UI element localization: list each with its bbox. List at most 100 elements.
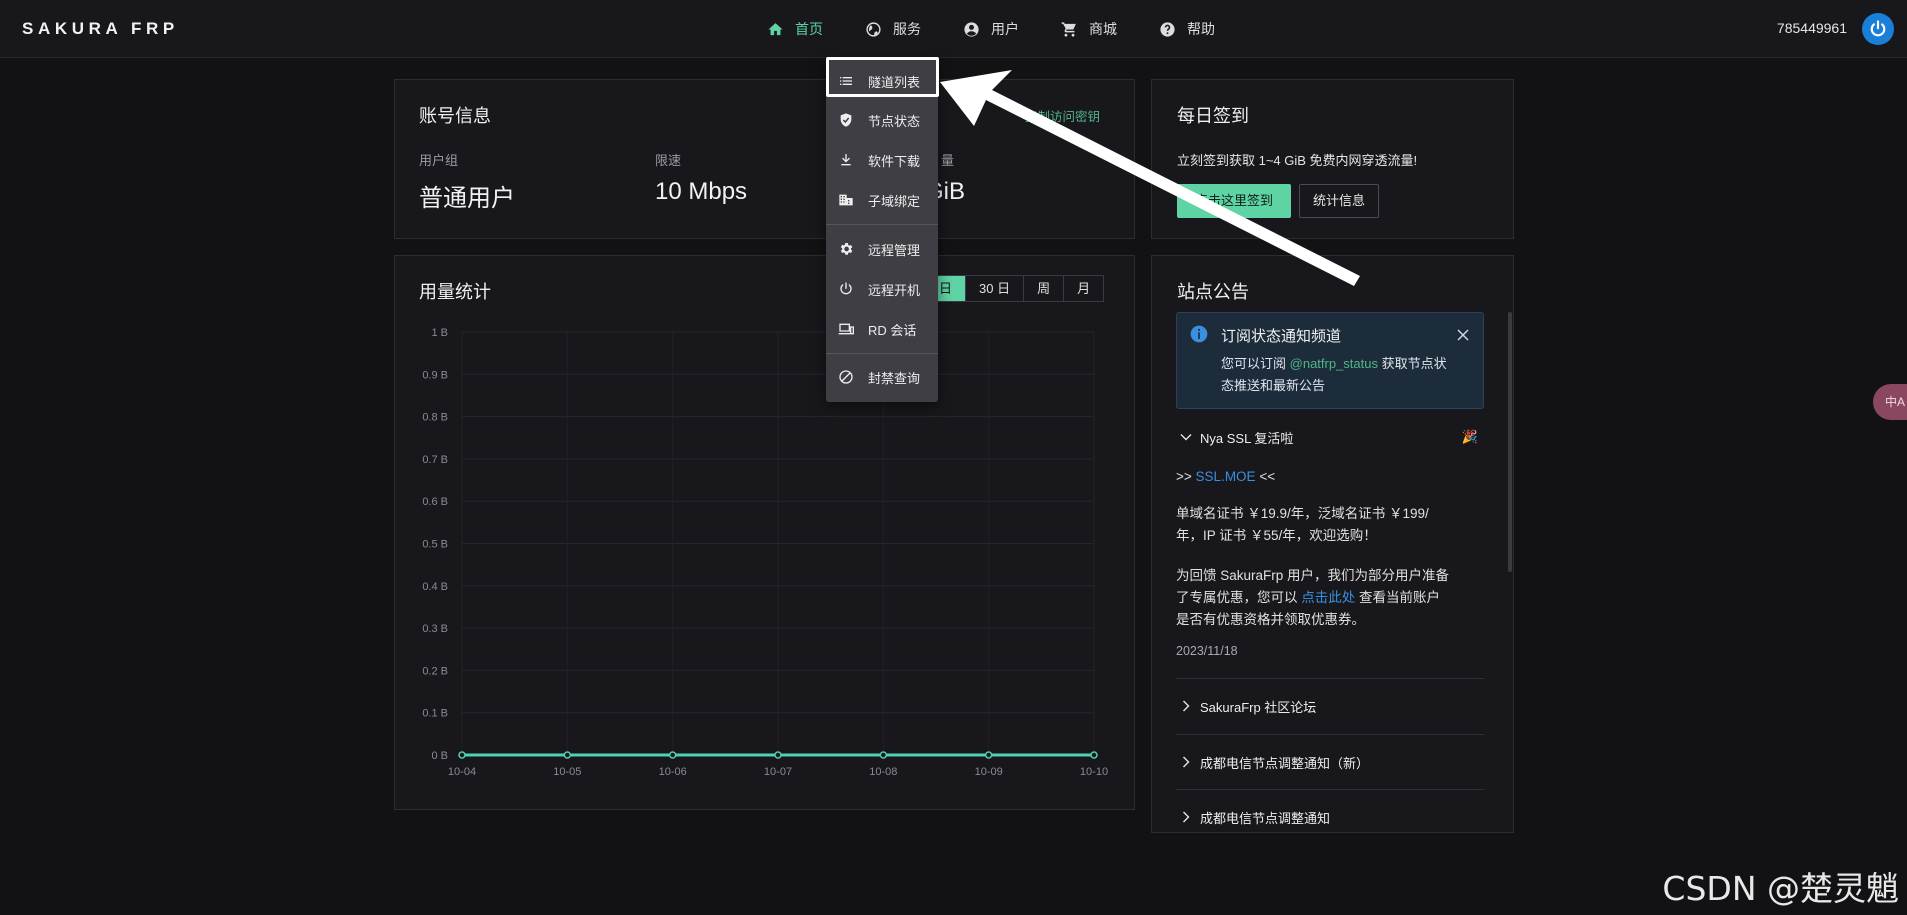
menu-item-label: 子域绑定 (868, 193, 921, 209)
user-circle-icon (964, 21, 979, 37)
chart-x-tick-label: 10-06 (659, 766, 687, 778)
notice-item-title: Nya SSL 复活啦 (1200, 430, 1294, 446)
top-navbar: SAKURA FRP 首页 服务 用户 商城 帮助 785449961 (0, 0, 1907, 58)
ban-icon (839, 370, 853, 384)
shield-check-icon (840, 113, 852, 127)
notice-item-chengdu[interactable]: 成都电信节点调整通知 (1176, 808, 1484, 826)
chevron-right-icon (1183, 756, 1190, 768)
brand-logo[interactable]: SAKURA FRP (22, 19, 179, 39)
nav-help-label: 帮助 (1187, 21, 1215, 37)
cart-icon (1061, 21, 1076, 37)
menu-item-label: 封禁查询 (868, 370, 921, 386)
notice-scrollbar[interactable] (1508, 312, 1512, 572)
usage-chart: 0 B 0.1 B 0.2 B 0.3 B 0.4 B 0.5 B 0.6 B 0.7 B 0.… (396, 322, 1118, 790)
chart-data-point (458, 751, 466, 759)
chart-data-point (668, 751, 677, 759)
alert-text-3: 态推送和最新公告 (1221, 378, 1326, 393)
user-id[interactable]: 785449961 (1777, 20, 1847, 36)
chart-y-tick-label: 1 B (431, 327, 448, 339)
ssl-moe-link[interactable]: SSL.MOE (1196, 469, 1256, 484)
chart-data-point (563, 751, 572, 759)
power-icon (1870, 20, 1886, 37)
nav-help[interactable]: 帮助 (1138, 0, 1236, 58)
menu-software-download[interactable]: 软件下载 (826, 144, 938, 176)
home-icon (768, 22, 783, 35)
ssl-discount-paragraph: 为回馈 SakuraFrp 用户，我们为部分用户准备 了专属优惠，您可以 点击此… (1176, 565, 1486, 631)
chart-y-tick-label: 0.9 B (422, 369, 448, 381)
notice-item-forum[interactable]: SakuraFrp 社区论坛 (1176, 697, 1484, 715)
menu-subdomain-binding[interactable]: 子域绑定 (826, 184, 938, 216)
chevron-down-icon (1180, 434, 1192, 441)
discount-line-3: 是否有优惠资格并领取优惠券。 (1176, 612, 1365, 627)
menu-separator (826, 353, 938, 354)
nav-home-label: 首页 (795, 21, 823, 37)
help-icon (1160, 21, 1175, 37)
menu-item-label: 远程管理 (868, 242, 921, 258)
download-icon (841, 154, 851, 166)
notice-date: 2023/11/18 (1176, 644, 1238, 658)
discount-line-1: 为回馈 SakuraFrp 用户，我们为部分用户准备 (1176, 568, 1450, 583)
usage-card-title: 用量统计 (419, 282, 491, 302)
chart-x-tick-label: 10-04 (448, 766, 476, 778)
menu-node-status[interactable]: 节点状态 (826, 104, 938, 136)
nav-user[interactable]: 用户 (942, 0, 1040, 58)
alert-channel-link[interactable]: @natfrp_status (1290, 356, 1378, 371)
menu-rd-session[interactable]: RD 会话 (826, 313, 938, 345)
ssl-price-line-1: 单域名证书 ￥19.9/年，泛域名证书 ￥199/ (1176, 506, 1429, 521)
close-icon[interactable] (1457, 329, 1469, 341)
subscription-alert: 订阅状态通知频道 您可以订阅 @natfrp_status 获取节点状 态推送和… (1176, 312, 1484, 409)
menu-remote-wake[interactable]: 远程开机 (826, 273, 938, 305)
chart-y-tick-label: 0.6 B (422, 496, 448, 508)
menu-ban-query[interactable]: 封禁查询 (826, 361, 938, 393)
translate-side-tab[interactable]: 中A (1873, 384, 1907, 420)
speed-value: 10 Mbps (655, 178, 748, 205)
chart-y-tick-label: 0.3 B (422, 623, 448, 635)
menu-item-label: 远程开机 (868, 282, 921, 298)
nav-home[interactable]: 首页 (746, 0, 844, 58)
chart-x-tick-label: 10-10 (1080, 766, 1108, 778)
chart-x-tick-label: 10-08 (869, 766, 897, 778)
discount-line-2a: 了专属优惠，您可以 (1176, 590, 1298, 605)
discount-line-2b: 查看当前账户 (1359, 590, 1441, 605)
ssl-promo-line: >> SSL.MOE << (1176, 466, 1486, 488)
notice-divider (1176, 734, 1484, 735)
notice-item-title: SakuraFrp 社区论坛 (1200, 699, 1317, 715)
chevron-right-icon (1183, 811, 1190, 823)
chart-y-tick-label: 0.5 B (422, 539, 448, 551)
nav-service-label: 服务 (893, 21, 921, 37)
discount-link[interactable]: 点击此处 (1301, 590, 1355, 605)
party-icon: 🎉 (1461, 429, 1478, 444)
chart-x-tick-label: 10-05 (553, 766, 581, 778)
chart-y-tick-label: 0.8 B (422, 412, 448, 424)
tunnel-list-highlight-box (826, 57, 939, 97)
alert-text-2: 获取节点状 (1381, 356, 1447, 371)
chart-y-tick-label: 0 B (431, 750, 448, 762)
ssl-price-paragraph: 单域名证书 ￥19.9/年，泛域名证书 ￥199/ 年，IP 证书 ￥55/年，… (1176, 503, 1486, 547)
ssl-price-line-2: 年，IP 证书 ￥55/年，欢迎选购！ (1176, 528, 1377, 543)
menu-remote-management[interactable]: 远程管理 (826, 233, 938, 265)
menu-item-label: 软件下载 (868, 153, 921, 169)
devices-icon (838, 323, 854, 335)
chart-y-tick-label: 0.1 B (422, 708, 448, 720)
menu-item-label: 节点状态 (868, 113, 921, 129)
alert-body: 您可以订阅 @natfrp_status 获取节点状 态推送和最新公告 (1221, 353, 1483, 397)
chart-y-tick-label: 0.2 B (422, 665, 448, 677)
gear-icon (840, 243, 853, 255)
chart-data-point (984, 751, 993, 759)
alert-title: 订阅状态通知频道 (1221, 328, 1342, 345)
account-card-title: 账号信息 (419, 106, 491, 126)
service-dropdown-menu: 隧道列表 节点状态 软件下载 子域绑定 远程管理 远程开机 RD 会话 封禁查询 (826, 58, 938, 402)
user-group-value: 普通用户 (419, 185, 515, 212)
info-icon (1190, 325, 1208, 343)
power-icon (840, 282, 852, 295)
notice-item-chengdu-new[interactable]: 成都电信节点调整通知（新） (1176, 753, 1484, 771)
nav-shop[interactable]: 商城 (1040, 0, 1138, 58)
notice-item-nya-ssl[interactable]: Nya SSL 复活啦 🎉 (1176, 428, 1484, 446)
menu-separator (826, 224, 938, 225)
nav-service[interactable]: 服务 (844, 0, 942, 58)
globe-icon (866, 21, 881, 37)
nav-shop-label: 商城 (1089, 21, 1117, 37)
chart-y-tick-label: 0.4 B (422, 581, 448, 593)
chart-data-point (1090, 751, 1098, 759)
logout-button[interactable] (1862, 13, 1894, 45)
